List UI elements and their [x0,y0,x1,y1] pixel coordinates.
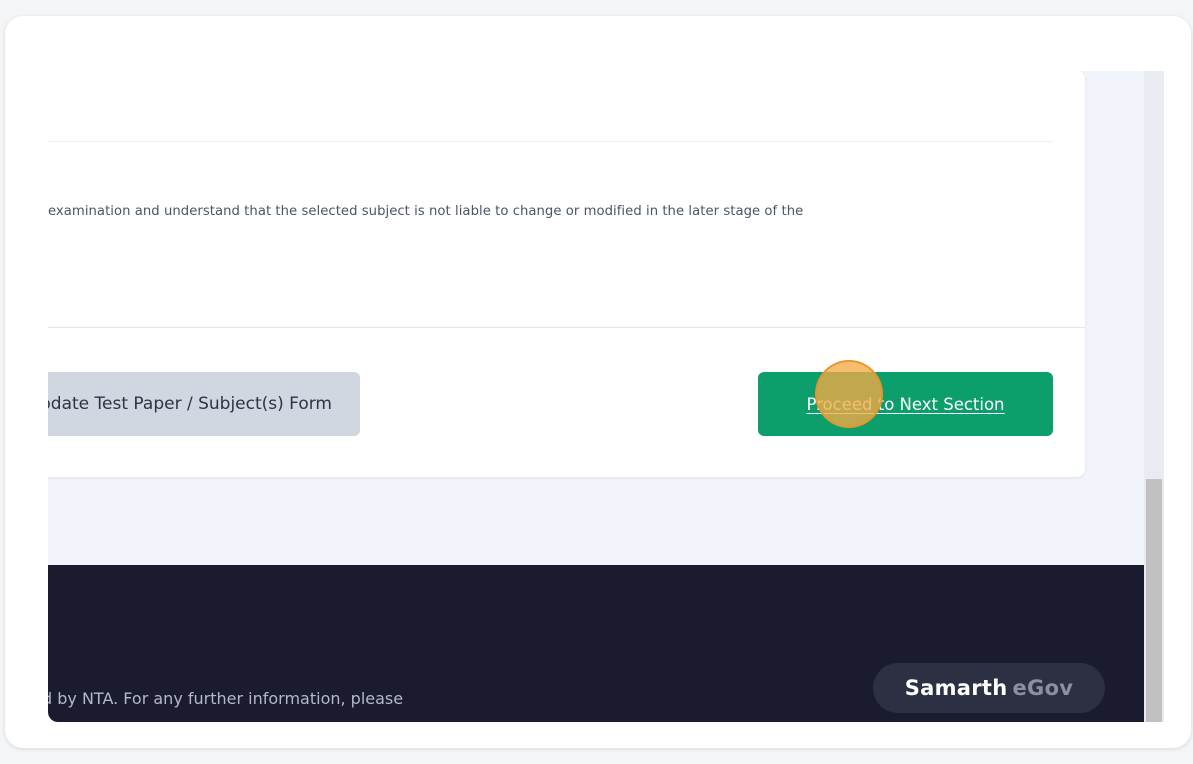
brand-secondary: eGov [1012,676,1074,700]
click-indicator [815,360,883,428]
samarth-egov-logo: Samarth eGov [873,663,1105,713]
proceed-next-section-button[interactable]: Proceed to Next Section [758,372,1053,436]
brand-primary: Samarth [904,676,1008,700]
subject-form-card: examination and understand that the sele… [48,71,1085,477]
declaration-text: examination and understand that the sele… [48,204,804,219]
page-scrollbar[interactable] [1144,71,1164,722]
page-footer: d by NTA. For any further information, p… [48,565,1144,722]
browser-frame: examination and understand that the sele… [5,16,1191,748]
update-test-paper-button[interactable]: Update Test Paper / Subject(s) Form [48,372,360,436]
page-viewport: examination and understand that the sele… [48,71,1144,722]
footer-info-text: d by NTA. For any further information, p… [48,689,404,708]
divider [48,327,1085,328]
scrollbar-thumb[interactable] [1146,479,1162,722]
divider [48,141,1053,142]
